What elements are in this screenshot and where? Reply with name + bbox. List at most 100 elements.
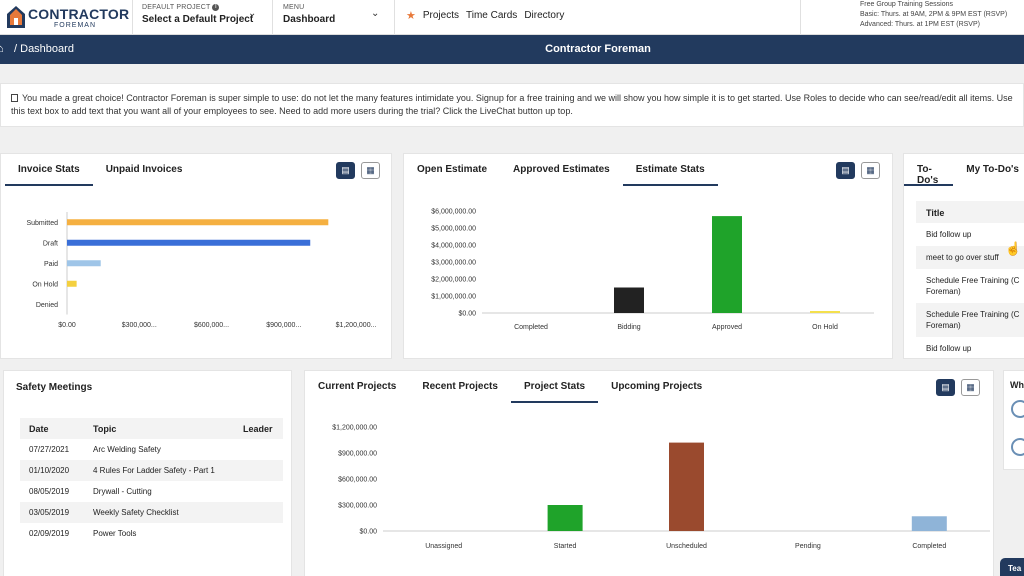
table-row[interactable]: 03/05/2019 Weekly Safety Checklist bbox=[20, 502, 283, 523]
table-row[interactable]: 01/10/2020 4 Rules For Ladder Safety - P… bbox=[20, 460, 283, 481]
todo-column-title[interactable]: Title bbox=[916, 201, 1024, 223]
notice-text: You made a great choice! Contractor Fore… bbox=[11, 93, 1013, 116]
bar-on-hold bbox=[67, 280, 77, 287]
tab-todos[interactable]: To-Do's bbox=[904, 154, 954, 186]
header-divider bbox=[394, 0, 395, 35]
x-tick-label: Approved bbox=[712, 324, 742, 331]
column-leader[interactable]: Leader bbox=[234, 418, 283, 439]
row-topic: Arc Welding Safety bbox=[93, 445, 161, 454]
x-tick-label: Pending bbox=[795, 543, 821, 550]
default-project-label: DEFAULT PROJECT bbox=[142, 4, 211, 11]
estimate-stats-chart: $0.00 $1,000,000.00 $2,000,000.00 $3,000,00… bbox=[431, 209, 874, 331]
user-avatar-icon[interactable] bbox=[1011, 438, 1024, 456]
star-icon: ★ bbox=[406, 10, 416, 22]
bar-submitted bbox=[67, 219, 329, 226]
bar-unscheduled bbox=[669, 442, 704, 531]
link-directory[interactable]: Directory bbox=[524, 10, 564, 21]
x-tick-label: Unassigned bbox=[425, 543, 462, 550]
training-advanced: Advanced: Thurs. at 1PM EST (RSVP) bbox=[860, 21, 980, 28]
x-tick-label: $600,000... bbox=[194, 322, 229, 329]
training-basic: Basic: Thurs. at 9AM, 2PM & 9PM EST (RSV… bbox=[860, 11, 1008, 18]
top-header: CONTRACTOR FOREMAN DEFAULT PROJECT i Sele… bbox=[0, 0, 1024, 35]
y-tick-label: $2,000,000.00 bbox=[431, 277, 476, 284]
row-topic: Drywall - Cutting bbox=[93, 487, 152, 496]
chevron-down-icon[interactable]: ⌄ bbox=[371, 8, 379, 19]
safety-meetings-panel: Safety Meetings Date Topic Leader 07/27/… bbox=[3, 370, 292, 576]
mouse-cursor-icon: ☝ bbox=[1005, 241, 1022, 256]
bar-approved bbox=[712, 216, 742, 313]
invoice-stats-chart: $0.00 $300,000... $600,000... $900,000... $1… bbox=[26, 212, 377, 329]
training-info[interactable]: Free Group Training Sessions Basic: Thur… bbox=[860, 0, 1007, 30]
card-label: Wh bbox=[1010, 380, 1024, 390]
safety-meetings-title: Safety Meetings bbox=[16, 382, 93, 393]
todo-item[interactable]: Bid follow up bbox=[916, 337, 1024, 358]
x-tick-label: Completed bbox=[514, 324, 548, 331]
tab-my-todos[interactable]: My To-Do's bbox=[953, 154, 1024, 186]
table-row[interactable]: 08/05/2019 Drywall - Cutting bbox=[20, 481, 283, 502]
page-title: Contractor Foreman bbox=[545, 43, 651, 55]
note-icon bbox=[11, 94, 18, 102]
column-topic[interactable]: Topic bbox=[84, 418, 234, 439]
y-tick-label: Paid bbox=[44, 261, 58, 268]
y-tick-label: $300,000.00 bbox=[338, 503, 377, 510]
table-row[interactable]: 02/09/2019 Power Tools bbox=[20, 523, 283, 544]
whos-online-card: Wh bbox=[1003, 370, 1024, 470]
header-divider bbox=[132, 0, 133, 35]
estimate-panel: Open Estimate Approved Estimates Estimat… bbox=[403, 153, 893, 359]
user-avatar-icon[interactable] bbox=[1011, 400, 1024, 418]
y-tick-label: $4,000,000.00 bbox=[431, 243, 476, 250]
menu-selector[interactable]: MENU Dashboard bbox=[283, 4, 335, 25]
bar-paid bbox=[67, 260, 101, 267]
y-tick-label: $3,000,000.00 bbox=[431, 260, 476, 267]
todo-tabs: To-Do's My To-Do's bbox=[904, 154, 1024, 186]
link-projects[interactable]: Projects bbox=[423, 10, 459, 21]
row-topic: Weekly Safety Checklist bbox=[84, 502, 234, 523]
bar-started bbox=[547, 505, 583, 531]
row-topic: 4 Rules For Ladder Safety - Part 1 bbox=[84, 460, 234, 481]
logo-main-text: CONTRACTOR bbox=[28, 6, 130, 22]
y-tick-label: $1,200,000.00 bbox=[332, 425, 377, 432]
todo-item[interactable]: Schedule Free Training (C Foreman) bbox=[916, 269, 1024, 303]
row-topic: Power Tools bbox=[93, 529, 137, 538]
x-tick-label: $0.00 bbox=[58, 322, 76, 329]
row-date: 01/10/2020 bbox=[20, 460, 84, 481]
quick-links: ★ Projects Time Cards Directory bbox=[406, 9, 564, 22]
default-project-selector[interactable]: DEFAULT PROJECT i Select a Default Projec… bbox=[142, 4, 253, 25]
bar-on-hold bbox=[810, 311, 840, 313]
logo-sub-text: FOREMAN bbox=[54, 22, 96, 29]
row-leader bbox=[234, 481, 283, 502]
x-tick-label: $300,000... bbox=[122, 322, 157, 329]
default-project-value: Select a Default Project bbox=[142, 14, 254, 25]
projects-panel: Current Projects Recent Projects Project… bbox=[304, 370, 994, 576]
x-tick-label: $900,000... bbox=[266, 322, 301, 329]
row-leader bbox=[234, 523, 283, 544]
info-icon: i bbox=[212, 4, 220, 11]
column-date[interactable]: Date bbox=[20, 418, 84, 439]
row-leader bbox=[234, 439, 283, 460]
app-logo[interactable]: CONTRACTOR FOREMAN bbox=[6, 5, 129, 31]
row-leader bbox=[234, 460, 283, 481]
y-tick-label: $600,000.00 bbox=[338, 477, 377, 484]
chat-tab[interactable]: Tea bbox=[1000, 558, 1024, 576]
bar-completed bbox=[911, 516, 947, 531]
table-row[interactable]: 07/27/2021 Arc Welding Safety bbox=[20, 439, 283, 460]
menu-value: Dashboard bbox=[283, 14, 336, 25]
row-date: 03/05/2019 bbox=[20, 502, 84, 523]
page-navbar: ⌂ / Dashboard Contractor Foreman bbox=[0, 35, 1024, 64]
todo-item[interactable]: Schedule Free Training (C Foreman) bbox=[916, 303, 1024, 337]
x-tick-label: $1,200,000... bbox=[336, 322, 377, 329]
project-stats-chart: $0.00 $300,000.00 $600,000.00 $900,000.00 $1… bbox=[332, 425, 990, 550]
house-logo-icon bbox=[7, 6, 25, 28]
row-leader bbox=[234, 502, 283, 523]
x-tick-label: Started bbox=[554, 543, 577, 550]
chevron-down-icon[interactable]: ⌄ bbox=[248, 8, 256, 19]
bar-draft bbox=[67, 239, 311, 246]
notice-box: You made a great choice! Contractor Fore… bbox=[0, 83, 1024, 127]
y-tick-label: $0.00 bbox=[359, 529, 377, 536]
y-tick-label: $6,000,000.00 bbox=[431, 209, 476, 216]
table-header-row: Date Topic Leader bbox=[20, 418, 283, 439]
x-tick-label: Unscheduled bbox=[666, 543, 707, 550]
link-time-cards[interactable]: Time Cards bbox=[466, 10, 517, 21]
y-tick-label: Draft bbox=[43, 240, 58, 247]
row-date: 02/09/2019 bbox=[29, 529, 70, 538]
